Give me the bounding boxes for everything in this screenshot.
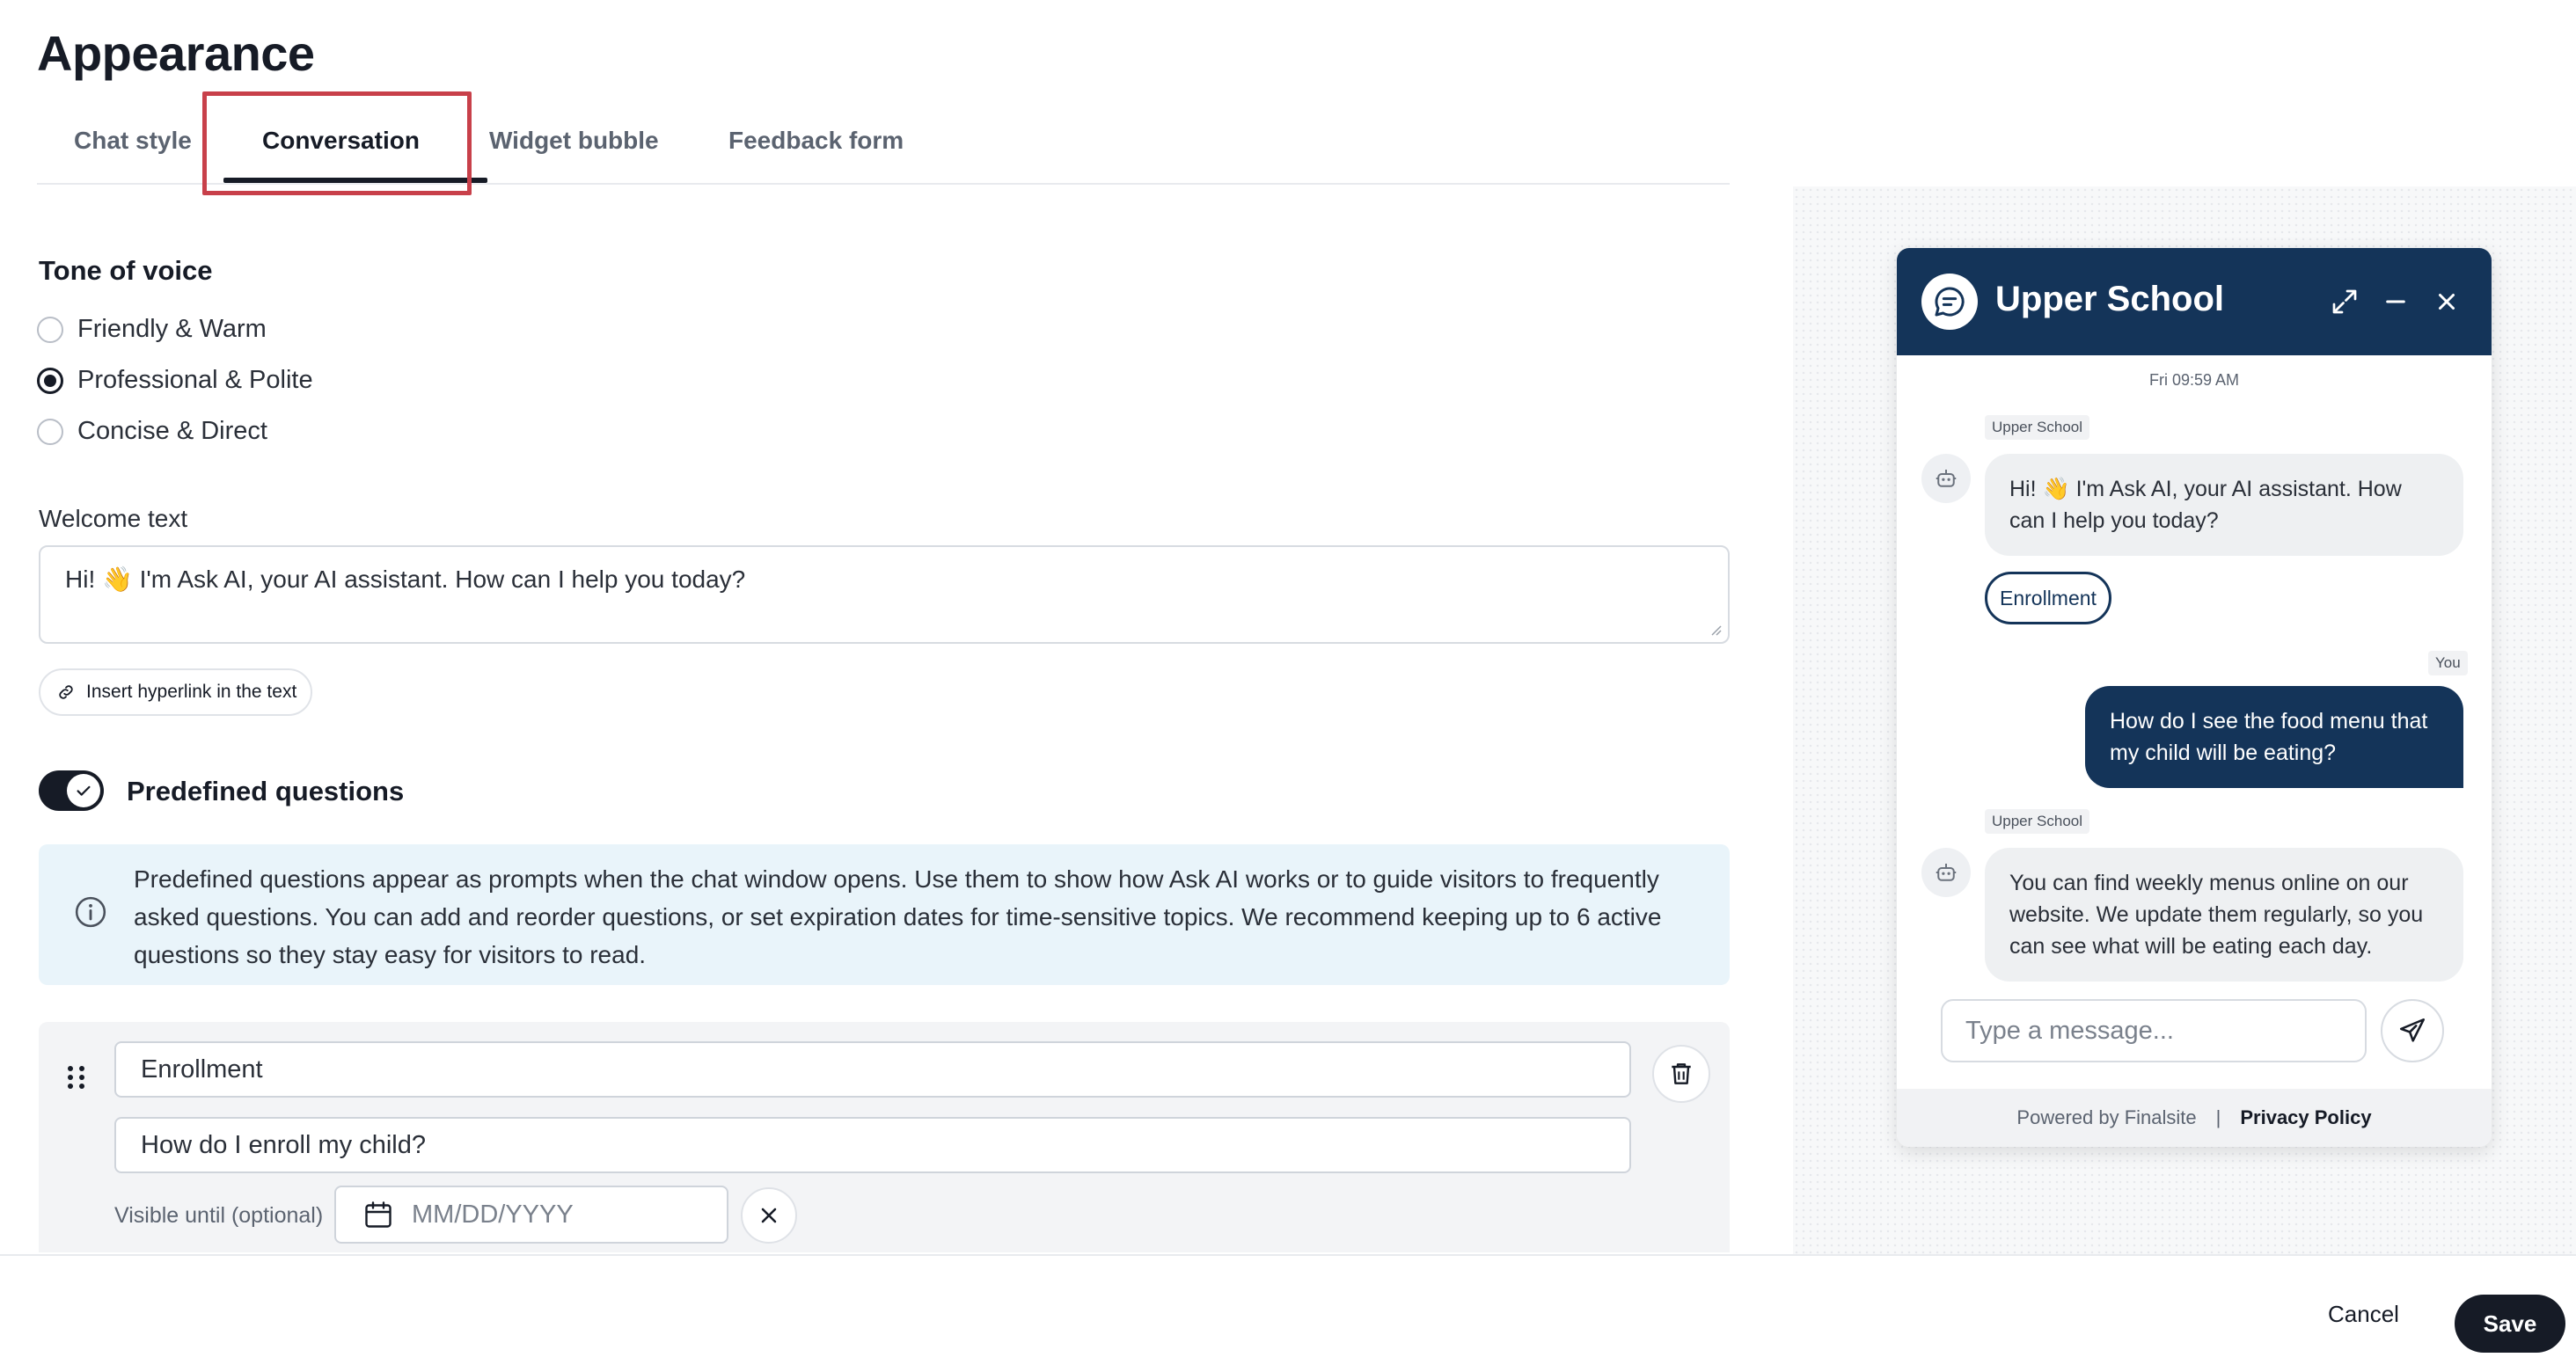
- expand-button[interactable]: [2326, 283, 2363, 320]
- bot-avatar: [1921, 454, 1971, 503]
- tone-option-label: Concise & Direct: [77, 417, 267, 445]
- date-placeholder: MM/DD/YYYY: [412, 1200, 574, 1229]
- calendar-icon: [365, 1201, 392, 1228]
- link-icon: [59, 685, 73, 699]
- radio-friendly[interactable]: [37, 316, 63, 343]
- visible-until-label: Visible until (optional): [114, 1203, 324, 1228]
- chat-message-input[interactable]: [1941, 999, 2367, 1062]
- bottom-action-bar: Cancel Save: [0, 1254, 2576, 1372]
- resize-grip-icon[interactable]: [1709, 623, 1723, 637]
- user-message: How do I see the food menu that my child…: [2085, 686, 2463, 788]
- tone-option-friendly[interactable]: Friendly & Warm: [37, 315, 267, 344]
- tone-option-label: Friendly & Warm: [77, 315, 267, 343]
- tab-chat-style[interactable]: Chat style: [74, 127, 192, 155]
- tone-option-label: Professional & Polite: [77, 366, 313, 394]
- chat-title: Upper School: [1995, 280, 2225, 318]
- tab-widget-bubble[interactable]: Widget bubble: [489, 127, 659, 155]
- robot-icon: [1936, 470, 1957, 487]
- close-chat-button[interactable]: [2428, 283, 2465, 320]
- predefined-title: Predefined questions: [127, 776, 405, 806]
- clear-date-button[interactable]: [741, 1187, 797, 1244]
- predefined-info-box: Predefined questions appear as prompts w…: [39, 844, 1730, 985]
- trash-icon: [1672, 1063, 1691, 1084]
- radio-concise[interactable]: [37, 418, 63, 445]
- send-icon: [2399, 1018, 2426, 1042]
- tone-option-concise[interactable]: Concise & Direct: [37, 417, 267, 446]
- expand-icon: [2332, 289, 2357, 314]
- info-text: Predefined questions appear as prompts w…: [134, 865, 1662, 968]
- chat-timestamp: Fri 09:59 AM: [2148, 371, 2240, 389]
- hyperlink-label: Insert hyperlink in the text: [86, 682, 297, 702]
- delete-question-button[interactable]: [1652, 1045, 1710, 1103]
- page-title: Appearance: [37, 26, 315, 81]
- robot-icon: [1936, 864, 1957, 881]
- cancel-button[interactable]: Cancel: [2328, 1289, 2399, 1339]
- chat-footer: Powered by Finalsite | Privacy Policy: [1897, 1089, 2492, 1147]
- tone-option-professional[interactable]: Professional & Polite: [37, 366, 313, 395]
- visible-until-date-input[interactable]: MM/DD/YYYY: [334, 1186, 728, 1244]
- chat-header: Upper School: [1897, 248, 2492, 355]
- sender-label: Upper School: [1985, 415, 2090, 440]
- bot-avatar: [1921, 848, 1971, 897]
- drag-handle-icon[interactable]: [65, 1064, 88, 1091]
- close-icon: [2439, 294, 2455, 310]
- tab-highlight-annotation: [202, 91, 472, 195]
- predefined-questions-toggle[interactable]: [39, 770, 104, 811]
- info-icon: [75, 896, 106, 928]
- minimize-icon: [2386, 300, 2405, 303]
- minimize-button[interactable]: [2377, 283, 2414, 320]
- toggle-knob: [67, 774, 100, 807]
- tone-title: Tone of voice: [39, 255, 213, 286]
- powered-by-text: Powered by Finalsite: [2016, 1106, 2197, 1128]
- close-icon: [761, 1208, 777, 1223]
- predefined-question-card: Visible until (optional) MM/DD/YYYY: [39, 1022, 1730, 1252]
- send-button[interactable]: [2381, 999, 2444, 1062]
- privacy-policy-link[interactable]: Privacy Policy: [2240, 1106, 2371, 1129]
- sender-label: You: [2428, 651, 2468, 675]
- footer-divider: |: [2215, 1106, 2221, 1128]
- question-text-input[interactable]: [114, 1117, 1631, 1173]
- bot-message: You can find weekly menus online on our …: [1985, 848, 2463, 982]
- chat-widget-preview: Upper School Fri 09:59 AM Upper School H…: [1897, 248, 2492, 1147]
- question-title-input[interactable]: [114, 1041, 1631, 1098]
- welcome-textarea[interactable]: Hi! 👋 I'm Ask AI, your AI assistant. How…: [39, 545, 1730, 644]
- chat-logo: [1921, 274, 1978, 330]
- insert-hyperlink-button[interactable]: Insert hyperlink in the text: [39, 668, 313, 716]
- check-icon: [77, 785, 91, 796]
- tab-feedback-form[interactable]: Feedback form: [728, 127, 904, 155]
- sender-label: Upper School: [1985, 809, 2090, 834]
- welcome-label: Welcome text: [39, 505, 188, 532]
- bot-message: Hi! 👋 I'm Ask AI, your AI assistant. How…: [1985, 454, 2463, 556]
- save-button[interactable]: Save: [2455, 1295, 2565, 1353]
- quick-reply-button[interactable]: Enrollment: [1985, 572, 2111, 624]
- chat-bubble-icon: [1935, 287, 1965, 317]
- radio-professional[interactable]: [37, 367, 63, 394]
